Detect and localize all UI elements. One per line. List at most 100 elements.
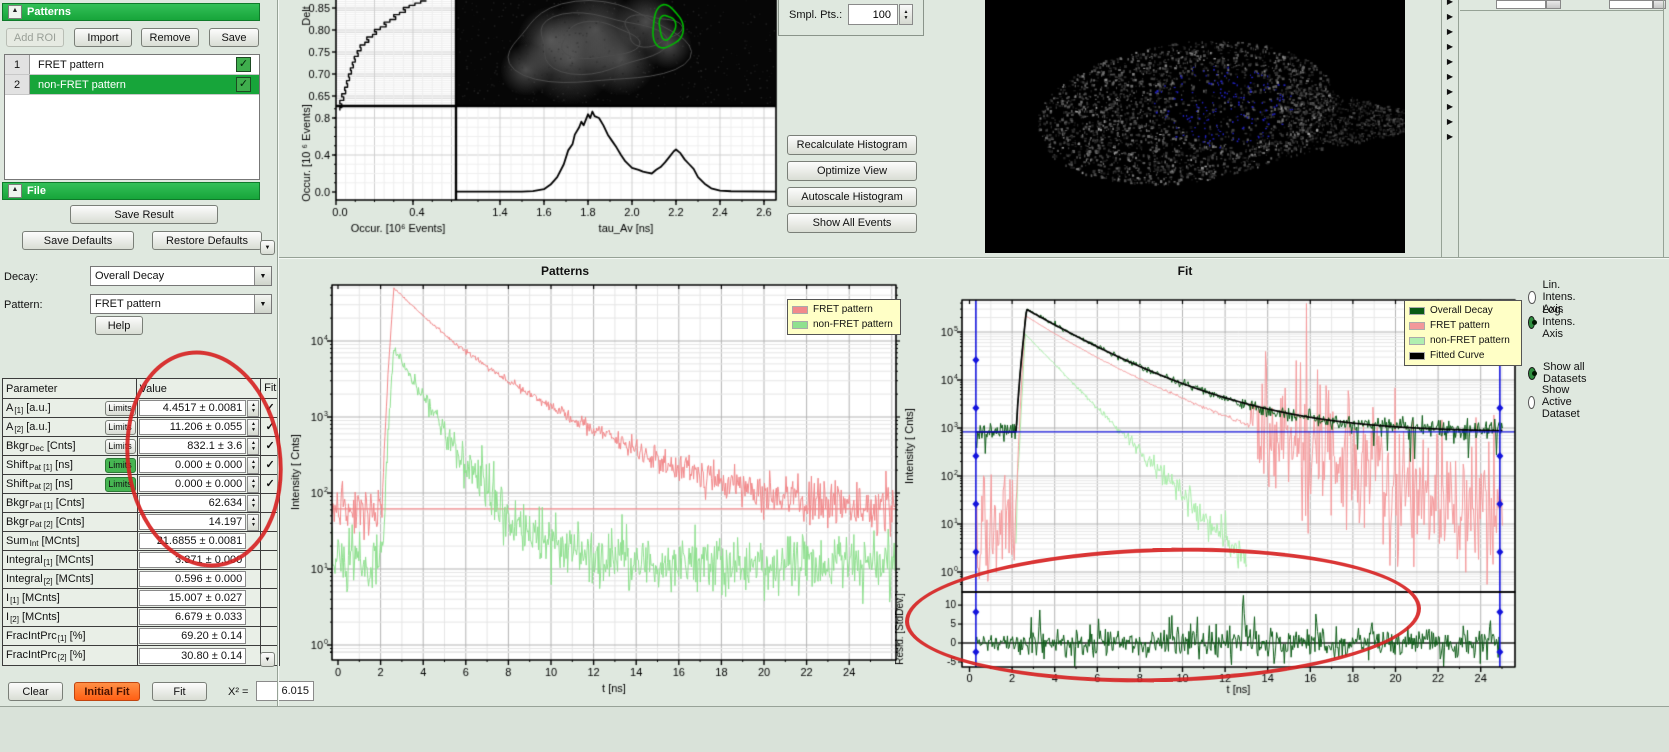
radio-circle-icon[interactable] bbox=[1528, 291, 1536, 304]
chevron-right-icon[interactable]: ▶ bbox=[1443, 42, 1457, 57]
chevron-right-icon[interactable]: ▶ bbox=[1443, 27, 1457, 42]
limits-button[interactable]: Limits bbox=[105, 477, 136, 492]
legend-item: Overall Decay bbox=[1409, 303, 1517, 318]
radio-label: Show Active Dataset bbox=[1542, 384, 1586, 420]
param-name: FracIntPrc[1][%] bbox=[3, 630, 105, 643]
param-row: ShiftPat [1][ns]Limits0.000 ± 0.000▲▼✓ bbox=[3, 456, 279, 475]
hist-button-recalculate-histogram[interactable]: Recalculate Histogram bbox=[787, 135, 917, 155]
legend-label: FRET pattern bbox=[1430, 320, 1490, 331]
chevron-right-icon[interactable]: ▶ bbox=[1443, 0, 1457, 12]
chevron-down-icon[interactable]: ▼ bbox=[254, 267, 271, 285]
add-roi-button[interactable]: Add ROI bbox=[6, 28, 64, 47]
param-value: 62.634 bbox=[139, 495, 246, 511]
limits-button[interactable]: Limits bbox=[105, 401, 136, 416]
cutoff-button[interactable] bbox=[1546, 0, 1561, 9]
limits-button[interactable]: Limits bbox=[105, 439, 136, 454]
fit-button[interactable]: Fit bbox=[152, 682, 207, 701]
cutoff-button[interactable] bbox=[1653, 0, 1666, 9]
sample-points-stepper[interactable]: ▲▼ bbox=[899, 4, 913, 25]
pattern-list[interactable]: 1FRET pattern✓2non-FRET pattern✓ bbox=[4, 54, 260, 180]
value-stepper[interactable]: ▲▼ bbox=[247, 419, 259, 436]
chevron-right-icon[interactable]: ▶ bbox=[1443, 87, 1457, 102]
param-name: Integral[2][MCnts] bbox=[3, 573, 105, 586]
legend-label: non-FRET pattern bbox=[1430, 335, 1510, 346]
param-name: FracIntPrc[2][%] bbox=[3, 649, 105, 662]
cutoff-input[interactable] bbox=[1496, 0, 1546, 9]
pattern-checkbox[interactable]: ✓ bbox=[236, 77, 251, 92]
clear-button[interactable]: Clear bbox=[8, 682, 63, 701]
radio-circle-icon[interactable] bbox=[1528, 396, 1535, 409]
param-value: 30.80 ± 0.14 bbox=[139, 648, 246, 664]
cutoff-input[interactable] bbox=[1609, 0, 1653, 9]
param-row: SumInt[MCnts]21.6855 ± 0.0081 bbox=[3, 532, 279, 551]
radio-show-all-datasets[interactable]: Show all Datasets bbox=[1528, 361, 1591, 385]
param-value: 3.371 ± 0.000 bbox=[139, 552, 246, 568]
value-stepper[interactable]: ▲▼ bbox=[247, 457, 259, 474]
sample-points-input[interactable] bbox=[848, 4, 898, 25]
chevron-right-icon[interactable]: ▶ bbox=[1443, 72, 1457, 87]
chi2-label: X² = bbox=[228, 686, 248, 698]
radio-circle-icon[interactable] bbox=[1528, 316, 1535, 329]
chevron-right-icon[interactable]: ▶ bbox=[1443, 57, 1457, 72]
param-value: 0.000 ± 0.000 bbox=[139, 457, 246, 473]
radio-label: Log. Intens. Axis bbox=[1542, 304, 1581, 340]
help-button[interactable]: Help bbox=[95, 316, 143, 335]
param-name: BkgrPat [2][Cnts] bbox=[3, 516, 105, 529]
value-stepper[interactable]: ▲▼ bbox=[247, 495, 259, 512]
pattern-row-label: FRET pattern bbox=[38, 59, 104, 71]
pattern-row-number: 1 bbox=[5, 55, 30, 74]
value-stepper[interactable]: ▲▼ bbox=[247, 514, 259, 531]
param-name: SumInt[MCnts] bbox=[3, 535, 105, 548]
legend-label: Fitted Curve bbox=[1430, 350, 1484, 361]
save-defaults-button[interactable]: Save Defaults bbox=[22, 231, 134, 250]
collapse-icon[interactable]: ▲ bbox=[8, 5, 22, 19]
cell-image[interactable] bbox=[985, 0, 1405, 253]
initial-fit-button[interactable]: Initial Fit bbox=[74, 682, 140, 701]
radio-circle-icon[interactable] bbox=[1528, 367, 1536, 380]
divider bbox=[1460, 10, 1663, 11]
chevron-right-icon[interactable]: ▶ bbox=[1443, 12, 1457, 27]
param-row: Integral[2][MCnts]0.596 ± 0.000 bbox=[3, 570, 279, 589]
hist-button-show-all-events[interactable]: Show All Events bbox=[787, 213, 917, 233]
pattern-checkbox[interactable]: ✓ bbox=[236, 57, 251, 72]
param-name: ShiftPat [2][ns] bbox=[3, 478, 105, 491]
pattern-label: Pattern: bbox=[4, 299, 43, 311]
chevron-right-icon[interactable]: ▶ bbox=[1443, 117, 1457, 132]
import-button[interactable]: Import bbox=[74, 28, 132, 47]
param-value: 0.000 ± 0.000 bbox=[139, 476, 246, 492]
scroll-down-button[interactable]: ▼ bbox=[260, 652, 275, 667]
hist-button-optimize-view[interactable]: Optimize View bbox=[787, 161, 917, 181]
sample-points-label: Smpl. Pts.: bbox=[789, 9, 842, 21]
file-panel-header[interactable]: ▲ File bbox=[2, 182, 260, 200]
value-stepper[interactable]: ▲▼ bbox=[247, 438, 259, 455]
pattern-dropdown[interactable]: FRET pattern ▼ bbox=[90, 294, 272, 314]
decay-dropdown[interactable]: Overall Decay ▼ bbox=[90, 266, 272, 286]
limits-button[interactable]: Limits bbox=[105, 420, 136, 435]
parameter-table[interactable]: ParameterValueFitA[1][a.u.]Limits4.4517 … bbox=[2, 378, 280, 666]
pattern-list-item[interactable]: 1 FRET pattern ✓ bbox=[5, 55, 259, 75]
remove-button[interactable]: Remove bbox=[141, 28, 199, 47]
radio-log-intens-axis[interactable]: Log. Intens. Axis bbox=[1528, 304, 1581, 340]
collapse-icon[interactable]: ▲ bbox=[8, 184, 22, 198]
save-button[interactable]: Save bbox=[209, 28, 259, 47]
value-stepper[interactable]: ▲▼ bbox=[247, 400, 259, 417]
param-name: I[2][MCnts] bbox=[3, 611, 105, 624]
pattern-list-item[interactable]: 2non-FRET pattern✓ bbox=[5, 75, 259, 95]
param-row: I[2][MCnts] 6.679 ± 0.033 bbox=[3, 608, 279, 627]
restore-defaults-button[interactable]: Restore Defaults bbox=[152, 231, 262, 250]
tau-histogram-browser-canvas[interactable] bbox=[296, 0, 790, 240]
limits-button[interactable]: Limits bbox=[105, 458, 136, 473]
radio-show-active-dataset[interactable]: Show Active Dataset bbox=[1528, 384, 1586, 420]
hist-button-autoscale-histogram[interactable]: Autoscale Histogram bbox=[787, 187, 917, 207]
scroll-down-button[interactable]: ▼ bbox=[260, 240, 275, 255]
param-row: FracIntPrc[2][%] 30.80 ± 0.14 bbox=[3, 646, 279, 665]
save-result-button[interactable]: Save Result bbox=[70, 205, 218, 224]
chevron-right-icon[interactable]: ▶ bbox=[1443, 102, 1457, 117]
patterns-panel-header[interactable]: ▲ Patterns bbox=[2, 3, 260, 21]
param-name: A[2][a.u.] bbox=[3, 421, 105, 434]
chevron-down-icon[interactable]: ▼ bbox=[254, 295, 271, 313]
expander-arrow-strip[interactable]: ▶▶▶▶▶▶▶▶▶▶ bbox=[1443, 0, 1457, 147]
chevron-right-icon[interactable]: ▶ bbox=[1443, 132, 1457, 147]
value-stepper[interactable]: ▲▼ bbox=[247, 476, 259, 493]
param-value: 6.679 ± 0.033 bbox=[139, 609, 246, 625]
